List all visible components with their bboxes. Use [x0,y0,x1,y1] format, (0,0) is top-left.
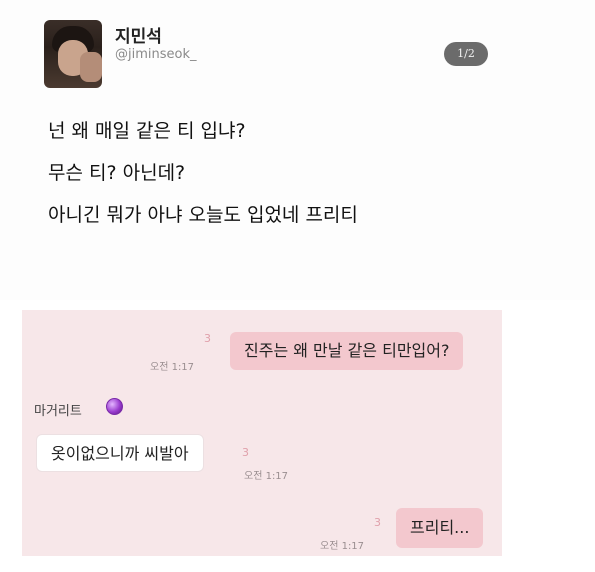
display-name[interactable]: 지민석 [115,22,162,47]
page-counter-badge: 1/2 [444,42,488,66]
purple-orb-icon [106,398,123,415]
tweet-card: 지민석 @jiminseok_ 1/2 넌 왜 매일 같은 티 입냐? 무슨 티… [0,0,595,300]
sent-message-bubble[interactable]: 프리티... [396,508,484,548]
message-time: 오전 1:17 [320,541,365,552]
avatar[interactable] [44,20,102,88]
message-time: 오전 1:17 [244,471,289,482]
message-time: 오전 1:17 [150,362,195,373]
user-handle[interactable]: @jiminseok_ [115,47,197,62]
tweet-text-line: 넌 왜 매일 같은 티 입냐? [48,120,246,142]
avatar-hand [80,52,102,82]
unread-count: 3 [204,332,211,345]
unread-count: 3 [374,516,381,529]
tweet-text-line: 아니긴 뭐가 아냐 오늘도 입었네 프리티 [48,204,358,226]
tweet-text-line: 무슨 티? 아닌데? [48,162,186,184]
received-message-bubble[interactable]: 옷이없으니까 씨발아 [36,434,204,472]
unread-count: 3 [242,446,249,459]
sent-message-bubble[interactable]: 진주는 왜 만날 같은 티만입어? [230,332,464,370]
chat-window: 3 오전 1:17 진주는 왜 만날 같은 티만입어? 마거리트 옷이없으니까 … [22,310,502,556]
sender-name[interactable]: 마거리트 [34,400,82,419]
